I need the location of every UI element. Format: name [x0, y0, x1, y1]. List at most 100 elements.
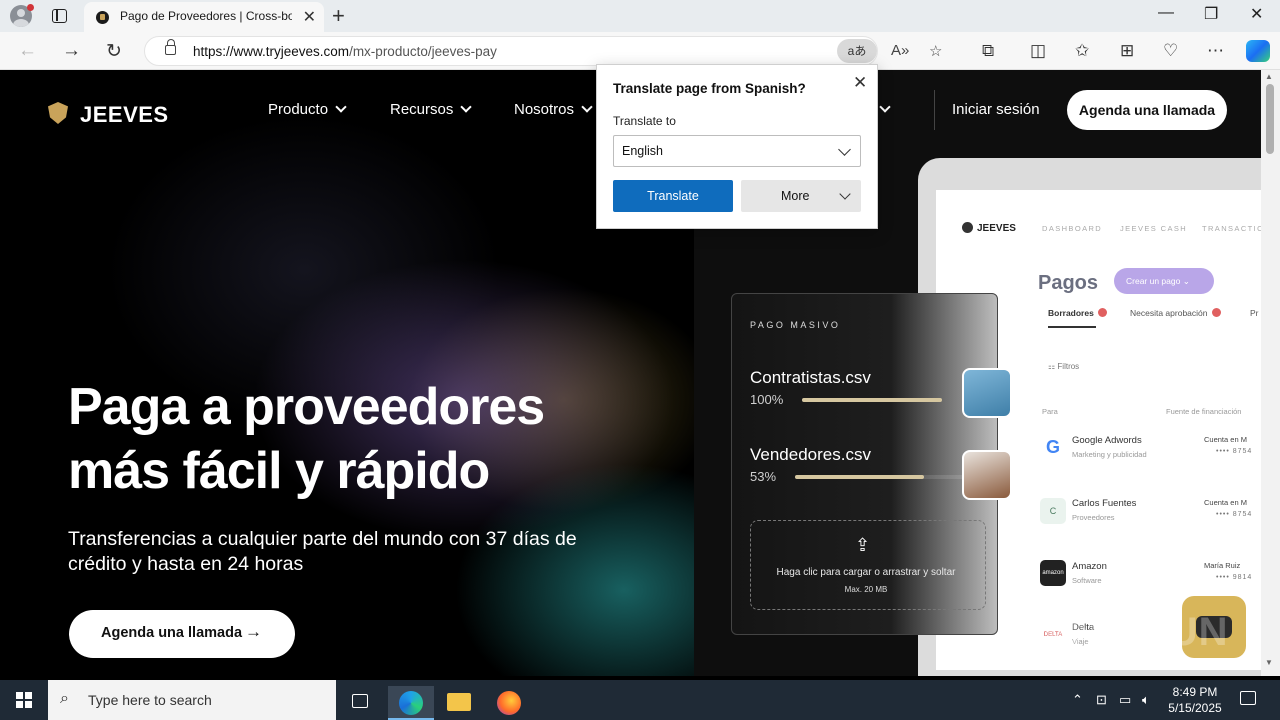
- refresh-icon[interactable]: ↻: [106, 40, 122, 63]
- split-screen-icon[interactable]: ◫: [1030, 41, 1046, 61]
- dashboard-row-sub: Marketing y publicidad: [1072, 450, 1147, 459]
- dashboard-nav-item: TRANSACTION: [1202, 224, 1261, 233]
- restore-icon[interactable]: ❐: [1204, 4, 1218, 24]
- task-view-icon: [352, 694, 368, 708]
- browser-tab-bar: Pago de Proveedores | Cross-bor ✕ + — ❐ …: [0, 0, 1280, 32]
- translate-icon[interactable]: aあ: [837, 39, 877, 63]
- google-icon: G: [1040, 434, 1066, 460]
- more-button[interactable]: More: [741, 180, 861, 212]
- copilot-icon[interactable]: [1246, 40, 1270, 62]
- translate-to-label: Translate to: [613, 114, 676, 128]
- new-tab-icon[interactable]: +: [332, 3, 345, 29]
- more-button-label: More: [781, 189, 810, 203]
- file-percent: 100%: [750, 392, 784, 407]
- nav-recursos[interactable]: Recursos: [390, 101, 473, 118]
- hero-subtitle: Transferencias a cualquier parte del mun…: [68, 528, 577, 575]
- task-view-button[interactable]: [337, 686, 383, 720]
- extensions-icon[interactable]: ⧉: [982, 41, 994, 61]
- nav-producto[interactable]: Producto: [268, 101, 347, 118]
- dashboard-filters: ⚏ Filtros: [1048, 362, 1080, 371]
- chevron-down-icon: [581, 101, 593, 113]
- favorite-star-icon[interactable]: ☆: [929, 42, 942, 60]
- arrow-right-icon: →: [245, 622, 262, 641]
- more-options-icon[interactable]: ⋯: [1207, 41, 1224, 61]
- dashboard-title: Pagos: [1038, 272, 1099, 294]
- lock-icon[interactable]: [165, 39, 176, 55]
- file-progress-fill: [795, 475, 925, 479]
- clock-time: 8:49 PM: [1172, 685, 1218, 699]
- dashboard-nav-item: DASHBOARD: [1042, 224, 1103, 233]
- file-percent: 53%: [750, 469, 777, 484]
- upload-dropzone: ⇪ Haga clic para cargar o arrastrar y so…: [750, 520, 986, 610]
- close-window-icon[interactable]: ✕: [1250, 4, 1263, 24]
- upload-max-size: Max. 20 MB: [844, 585, 888, 594]
- jeeves-favicon-icon: [96, 11, 109, 24]
- collections-icon[interactable]: ⊞: [1120, 41, 1134, 61]
- translate-button[interactable]: Translate: [613, 180, 733, 212]
- dashboard-tab: Borradores: [1048, 308, 1107, 318]
- language-select-value: English: [622, 144, 663, 158]
- dashboard-create-payment-button: Crear un pago ⌄: [1114, 268, 1214, 294]
- taskbar-clock[interactable]: 8:49 PM 5/15/2025: [1160, 684, 1230, 716]
- back-icon[interactable]: ←: [18, 40, 37, 62]
- vendor-avatar: [962, 450, 1012, 500]
- file-name: Contratistas.csv: [750, 368, 871, 387]
- browser-tab-active[interactable]: Pago de Proveedores | Cross-bor ✕: [84, 2, 324, 32]
- translate-popup: Translate page from Spanish? ✕ Translate…: [596, 64, 878, 229]
- favorites-icon[interactable]: ✩: [1075, 41, 1089, 61]
- language-select[interactable]: English: [613, 135, 861, 167]
- dashboard-row-name: Google Adwords: [1072, 435, 1142, 446]
- page-scrollbar[interactable]: ▲ ▼: [1261, 70, 1280, 676]
- tab-actions-icon[interactable]: [52, 9, 67, 23]
- hero-schedule-call-button[interactable]: Agenda una llamada →: [69, 610, 295, 658]
- file-progress-fill: [802, 398, 942, 402]
- dashboard-row-account: María Ruiz: [1204, 561, 1241, 570]
- search-icon: ⌕: [60, 690, 69, 707]
- notification-center-icon[interactable]: [1240, 691, 1256, 705]
- file-explorer-icon: [447, 693, 471, 711]
- clock-date: 5/15/2025: [1168, 701, 1222, 715]
- read-aloud-icon[interactable]: A»: [891, 42, 909, 59]
- file-name: Vendedores.csv: [750, 445, 871, 464]
- profile-notification-dot: [27, 4, 34, 11]
- dashboard-col-header: Para: [1042, 407, 1058, 416]
- nav-nosotros[interactable]: Nosotros: [514, 101, 593, 118]
- scroll-up-icon[interactable]: ▲: [1265, 72, 1273, 81]
- translate-popup-title: Translate page from Spanish?: [613, 81, 806, 96]
- tray-volume-icon[interactable]: 🔈︎: [1142, 692, 1150, 708]
- scroll-down-icon[interactable]: ▼: [1265, 658, 1273, 667]
- url-text[interactable]: https://www.tryjeeves.com/mx-producto/je…: [193, 44, 497, 59]
- file-progress-bar: [802, 398, 942, 402]
- windows-taskbar: ⌕ Type here to search ⌃ ⊡ ▭ 🔈︎ 8:49 PM 5…: [0, 680, 1280, 720]
- hero-title-line-1: Paga a proveedores: [68, 378, 545, 436]
- dashboard-row-number: •••• 8754: [1216, 511, 1253, 518]
- dashboard-row-account: Cuenta en M: [1204, 498, 1247, 507]
- close-icon[interactable]: ✕: [853, 73, 867, 93]
- schedule-call-button[interactable]: Agenda una llamada: [1067, 90, 1227, 130]
- address-bar[interactable]: https://www.tryjeeves.com/mx-producto/je…: [144, 36, 942, 66]
- chevron-down-icon: [839, 188, 851, 200]
- tray-display-icon[interactable]: ▭: [1119, 692, 1131, 708]
- forward-icon[interactable]: →: [62, 40, 81, 62]
- login-link[interactable]: Iniciar sesión: [952, 101, 1040, 118]
- tray-chevron-up-icon[interactable]: ⌃: [1072, 692, 1083, 708]
- tray-network-icon[interactable]: ⊡: [1096, 692, 1107, 708]
- logo-text: JEEVES: [80, 102, 169, 127]
- browser-essentials-icon[interactable]: ♡: [1163, 41, 1178, 61]
- taskbar-explorer-button[interactable]: [436, 686, 482, 720]
- taskbar-search-placeholder: Type here to search: [88, 692, 212, 708]
- dashboard-row-sub: Proveedores: [1072, 513, 1115, 522]
- dashboard-logo: JEEVES: [962, 222, 1016, 234]
- taskbar-edge-button[interactable]: [388, 686, 434, 720]
- chevron-down-icon: [335, 101, 347, 113]
- scroll-thumb[interactable]: [1266, 84, 1274, 154]
- contractor-avatar: [962, 368, 1012, 418]
- minimize-icon[interactable]: —: [1158, 4, 1174, 22]
- tab-close-icon[interactable]: ✕: [303, 7, 316, 27]
- taskbar-search[interactable]: ⌕ Type here to search: [48, 680, 336, 720]
- firefox-icon: [497, 691, 521, 715]
- taskbar-firefox-button[interactable]: [486, 686, 532, 720]
- chevron-down-icon: [838, 143, 851, 156]
- chevron-down-icon: [879, 101, 891, 113]
- windows-start-icon[interactable]: [16, 692, 32, 708]
